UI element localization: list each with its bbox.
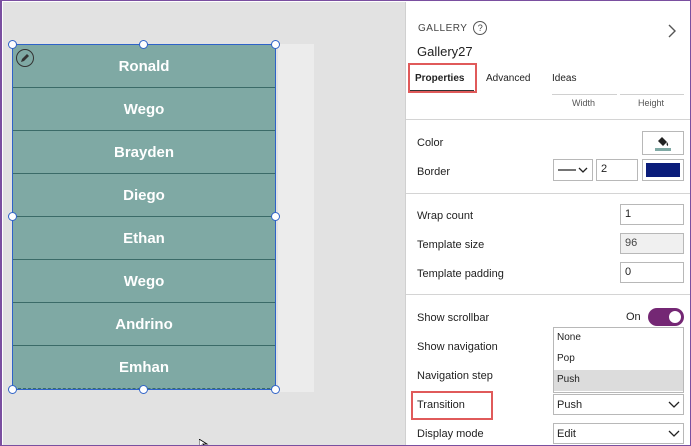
- height-column-header: Height: [638, 98, 665, 108]
- transition-dropdown-menu[interactable]: None Pop Push: [553, 327, 684, 393]
- gallery-item[interactable]: Brayden: [13, 131, 275, 174]
- transition-highlight: [411, 391, 493, 420]
- gallery-item[interactable]: Diego: [13, 174, 275, 217]
- dropdown-option-none[interactable]: None: [554, 328, 683, 349]
- gallery-item[interactable]: Wego: [13, 88, 275, 131]
- paint-bucket-icon: [655, 137, 671, 151]
- edit-pencil-icon[interactable]: [16, 49, 34, 67]
- gallery-control[interactable]: Ronald Wego Brayden Diego Ethan Wego And…: [12, 44, 276, 390]
- show-scrollbar-toggle[interactable]: [648, 308, 684, 326]
- display-mode-label: Display mode: [417, 428, 484, 440]
- canvas[interactable]: Ronald Wego Brayden Diego Ethan Wego And…: [3, 2, 405, 445]
- gallery-scroll-area: [278, 44, 314, 392]
- section-divider: [406, 294, 690, 295]
- control-name[interactable]: Gallery27: [417, 44, 473, 59]
- navigation-step-label: Navigation step: [417, 370, 493, 382]
- chevron-right-icon[interactable]: [665, 22, 679, 40]
- display-mode-select[interactable]: Edit: [553, 423, 684, 444]
- show-scrollbar-label: Show scrollbar: [417, 312, 490, 324]
- dropdown-option-push[interactable]: Push: [554, 370, 683, 391]
- chevron-down-icon: [578, 167, 588, 173]
- toggle-knob: [669, 311, 681, 323]
- show-scrollbar-state: On: [626, 311, 641, 323]
- control-type-header: GALLERY ?: [418, 21, 488, 35]
- width-column-header: Width: [572, 98, 596, 108]
- height-column-rule: [620, 94, 684, 95]
- mouse-cursor-icon: [199, 439, 209, 445]
- template-padding-input[interactable]: 0: [620, 262, 684, 283]
- resize-handle-top-right[interactable]: [271, 40, 280, 49]
- control-type-label: GALLERY: [418, 22, 468, 34]
- border-width-input[interactable]: 2: [596, 159, 638, 181]
- window-frame: Ronald Wego Brayden Diego Ethan Wego And…: [0, 0, 691, 446]
- gallery-item[interactable]: Andrino: [13, 303, 275, 346]
- section-divider: [406, 119, 690, 120]
- resize-handle-right[interactable]: [271, 212, 280, 221]
- resize-handle-top[interactable]: [139, 40, 148, 49]
- template-size-label: Template size: [417, 239, 485, 251]
- gallery-item[interactable]: Wego: [13, 260, 275, 303]
- resize-handle-bottom-left[interactable]: [8, 385, 17, 394]
- border-line-icon: [558, 169, 576, 171]
- border-style-dropdown[interactable]: [553, 159, 593, 181]
- dropdown-option-pop[interactable]: Pop: [554, 349, 683, 370]
- transition-select-value: Push: [557, 398, 583, 411]
- show-navigation-label: Show navigation: [417, 341, 498, 353]
- template-padding-label: Template padding: [417, 268, 504, 280]
- wrap-count-input[interactable]: 1: [620, 204, 684, 225]
- wrap-count-label: Wrap count: [417, 210, 474, 222]
- chevron-down-icon: [668, 430, 680, 437]
- gallery-item[interactable]: Ronald: [13, 45, 275, 88]
- resize-handle-left[interactable]: [8, 212, 17, 221]
- chevron-down-icon: [668, 401, 680, 408]
- help-icon[interactable]: ?: [473, 21, 488, 35]
- color-label: Color: [417, 137, 444, 149]
- tab-advanced[interactable]: Advanced: [486, 73, 530, 84]
- resize-handle-bottom-right[interactable]: [271, 385, 280, 394]
- border-color-button[interactable]: [642, 159, 684, 181]
- resize-handle-top-left[interactable]: [8, 40, 17, 49]
- width-column-rule: [552, 94, 617, 95]
- border-color-swatch: [646, 163, 680, 177]
- gallery-item[interactable]: Ethan: [13, 217, 275, 260]
- transition-select[interactable]: Push: [553, 394, 684, 415]
- resize-handle-bottom[interactable]: [139, 385, 148, 394]
- border-label: Border: [417, 166, 451, 178]
- fill-color-button[interactable]: [642, 131, 684, 155]
- gallery-item[interactable]: Emhan: [13, 346, 275, 389]
- section-divider: [406, 193, 690, 194]
- properties-tab-highlight: [408, 63, 477, 93]
- properties-panel: GALLERY ? Gallery27 Properties Advanced …: [405, 2, 690, 445]
- tab-ideas[interactable]: Ideas: [552, 73, 576, 84]
- display-mode-select-value: Edit: [557, 427, 576, 440]
- template-size-input[interactable]: 96: [620, 233, 684, 254]
